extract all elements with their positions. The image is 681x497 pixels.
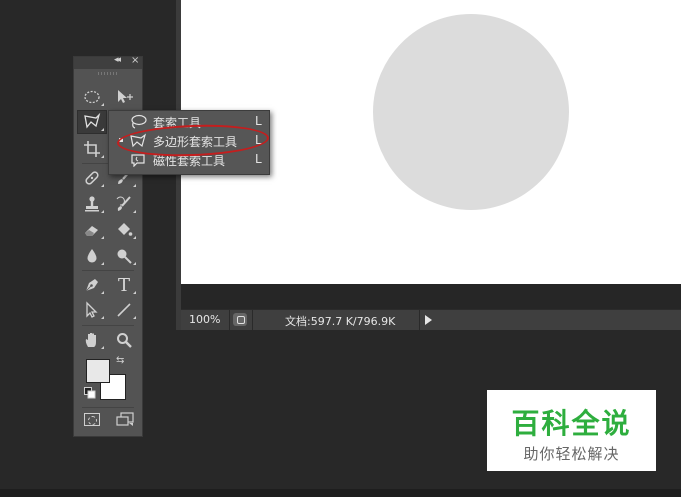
flyout-item-shortcut: L (255, 152, 262, 166)
crop-tool-icon[interactable] (77, 137, 107, 161)
status-bar: 100% 文档:597.7 K/796.9K (181, 309, 681, 330)
screen-mode-icon[interactable] (116, 412, 134, 427)
panel-grip[interactable] (98, 72, 118, 75)
dodge-tool-icon[interactable] (109, 244, 139, 268)
divider (82, 407, 134, 408)
watermark-title: 百科全说 (511, 407, 632, 440)
path-selection-tool-icon[interactable] (77, 298, 107, 322)
magnetic-lasso-icon (131, 154, 145, 167)
divider (82, 325, 134, 326)
lasso-tool-icon[interactable] (77, 110, 107, 134)
status-menu-arrow-icon[interactable] (425, 315, 432, 325)
move-tool-icon[interactable] (109, 85, 139, 109)
circle-shape (373, 14, 569, 210)
close-icon[interactable]: × (131, 55, 139, 66)
marquee-tool-icon[interactable] (77, 85, 107, 109)
default-colors-icon[interactable] (84, 387, 96, 399)
healing-brush-tool-icon[interactable] (77, 166, 107, 190)
eraser-tool-icon[interactable] (77, 218, 107, 242)
divider (252, 310, 253, 330)
watermark-subtitle: 助你轻松解决 (523, 445, 620, 463)
collapse-icon[interactable]: ◂◂ (114, 55, 121, 65)
divider (229, 310, 230, 330)
pen-tool-icon[interactable] (77, 273, 107, 297)
hand-tool-icon[interactable] (77, 328, 107, 352)
quick-mask-icon[interactable] (84, 413, 100, 426)
zoom-tool-icon[interactable] (109, 328, 139, 352)
watermark-logo: 百科全说 助你轻松解决 (487, 390, 656, 471)
type-tool-glyph: T (117, 274, 130, 296)
lasso-icon (131, 114, 147, 129)
document-profile-icon[interactable] (233, 313, 247, 326)
panel-header[interactable]: ◂◂ × (74, 55, 142, 69)
line-tool-icon[interactable] (109, 298, 139, 322)
blur-tool-icon[interactable] (77, 244, 107, 268)
history-brush-tool-icon[interactable] (109, 192, 139, 216)
type-tool-icon[interactable]: T (109, 273, 139, 297)
zoom-level[interactable]: 100% (189, 313, 220, 326)
canvas-pasteboard (181, 284, 681, 309)
divider (82, 270, 134, 271)
swap-colors-icon[interactable]: ⇆ (116, 355, 124, 366)
flyout-item-shortcut: L (255, 114, 262, 128)
document-size-info: 文档:597.7 K/796.9K (285, 315, 396, 328)
divider (419, 310, 420, 330)
clone-stamp-tool-icon[interactable] (77, 192, 107, 216)
paint-bucket-tool-icon[interactable] (109, 218, 139, 242)
bottom-edge (0, 489, 681, 497)
foreground-color-swatch[interactable] (86, 359, 110, 383)
